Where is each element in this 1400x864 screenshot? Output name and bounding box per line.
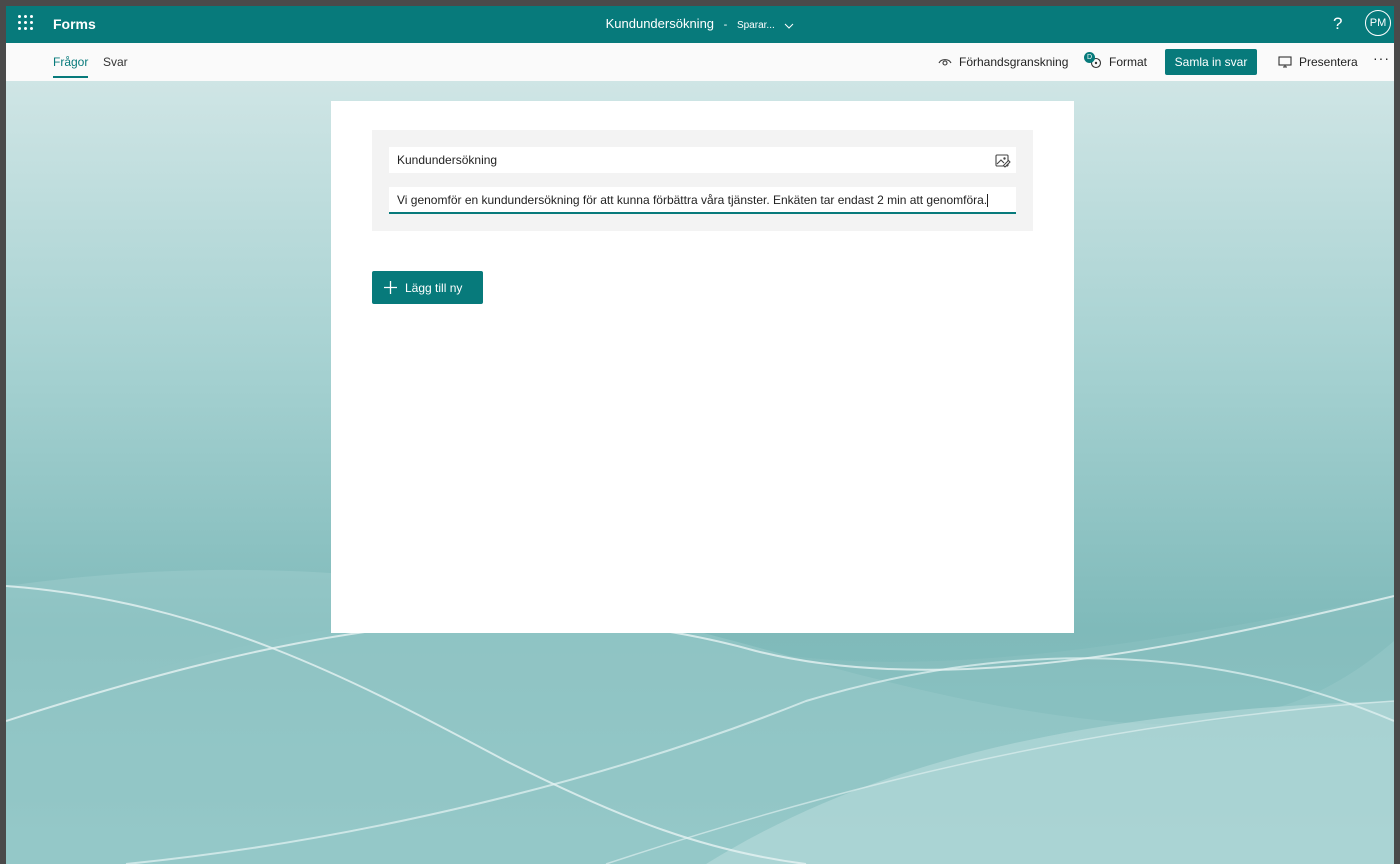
avatar[interactable]: PM bbox=[1365, 10, 1391, 36]
present-label: Presentera bbox=[1299, 55, 1358, 69]
add-new-button[interactable]: Lägg till ny bbox=[372, 271, 483, 304]
preview-label: Förhandsgranskning bbox=[959, 55, 1069, 69]
collect-responses-button[interactable]: Samla in svar bbox=[1165, 49, 1257, 75]
format-label: Format bbox=[1109, 55, 1148, 69]
form-description: Vi genomför en kundundersökning för att … bbox=[397, 193, 988, 207]
save-status: Sparar... bbox=[736, 20, 775, 31]
text-caret bbox=[987, 194, 989, 208]
format-badge: D bbox=[1084, 52, 1095, 63]
monitor-icon bbox=[1278, 56, 1292, 68]
title-separator: - bbox=[723, 19, 728, 31]
form-card: Kundundersökning Vi genomför en kundunde… bbox=[331, 101, 1074, 633]
add-new-label: Lägg till ny bbox=[405, 280, 463, 295]
forms-app: Forms Kundundersökning - Sparar... ? PM … bbox=[6, 6, 1394, 864]
plus-icon bbox=[384, 281, 397, 294]
tab-responses[interactable]: Svar bbox=[103, 55, 128, 69]
form-title: Kundundersökning bbox=[397, 153, 498, 167]
form-description-field[interactable]: Vi genomför en kundundersökning för att … bbox=[389, 187, 1016, 214]
format-button[interactable]: D Format bbox=[1084, 52, 1148, 71]
help-icon[interactable]: ? bbox=[1333, 14, 1342, 34]
more-icon[interactable]: ··· bbox=[1373, 50, 1390, 66]
form-title-field[interactable]: Kundundersökning bbox=[389, 147, 1016, 173]
present-button[interactable]: Presentera bbox=[1278, 53, 1358, 71]
document-title-area[interactable]: Kundundersökning - Sparar... bbox=[6, 16, 1394, 32]
form-header: Kundundersökning Vi genomför en kundunde… bbox=[372, 130, 1033, 231]
image-icon[interactable] bbox=[995, 152, 1011, 178]
eye-icon bbox=[938, 59, 952, 66]
palette-icon: D bbox=[1084, 52, 1102, 69]
preview-button[interactable]: Förhandsgranskning bbox=[938, 53, 1068, 71]
document-title[interactable]: Kundundersökning bbox=[606, 16, 714, 31]
tab-questions[interactable]: Frågor bbox=[53, 55, 89, 78]
top-bar: Forms Kundundersökning - Sparar... ? PM bbox=[6, 6, 1394, 43]
chevron-down-icon[interactable] bbox=[784, 17, 794, 32]
